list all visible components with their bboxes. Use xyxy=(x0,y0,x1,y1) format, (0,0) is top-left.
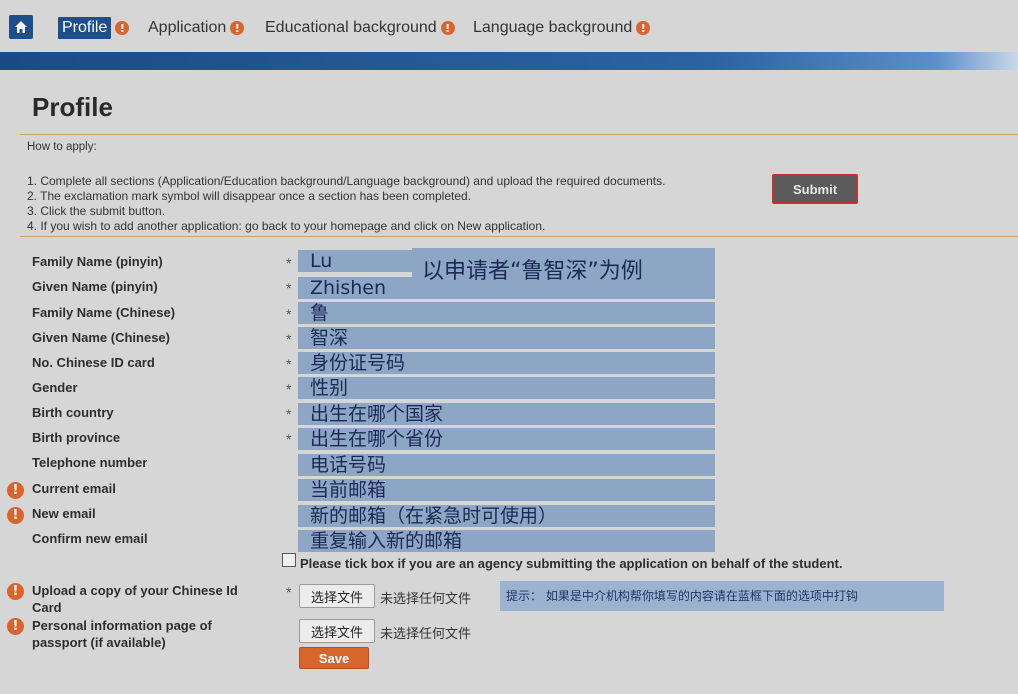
instructions-list: 1. Complete all sections (Application/Ed… xyxy=(27,174,665,234)
label-given-name-chinese: Given Name (Chinese) xyxy=(32,330,170,345)
nav-tab-application[interactable]: Application ! xyxy=(148,17,245,39)
divider xyxy=(20,134,1018,135)
nav-tab-language-background[interactable]: Language background ! xyxy=(473,17,651,39)
nav-tab-educational-background[interactable]: Educational background ! xyxy=(265,17,455,39)
instruction-step: 1. Complete all sections (Application/Ed… xyxy=(27,174,666,188)
gender-select[interactable]: 性别 xyxy=(298,377,715,399)
label-upload-passport: Personal information page of passport (i… xyxy=(32,617,212,651)
new-email-input[interactable]: 新的邮箱（在紧急时可使用） xyxy=(298,505,715,527)
profile-section: Profile How to apply: 1. Complete all se… xyxy=(7,70,1018,694)
birth-province-input[interactable]: 出生在哪个省份 xyxy=(298,428,715,450)
exclamation-icon: ! xyxy=(7,482,24,499)
label-confirm-new-email: Confirm new email xyxy=(32,531,148,546)
exclamation-icon: ! xyxy=(230,21,245,35)
given-name-chinese-input[interactable]: 智深 xyxy=(298,327,715,349)
required-mark: * xyxy=(286,280,292,296)
label-birth-province: Birth province xyxy=(32,430,121,445)
exclamation-icon: ! xyxy=(440,21,455,35)
page-title: Profile xyxy=(32,92,113,122)
save-button[interactable]: Save xyxy=(299,647,369,669)
exclamation-icon: ! xyxy=(7,583,24,600)
file-status: 未选择任何文件 xyxy=(380,627,472,642)
label-line: Personal information page of xyxy=(32,618,212,633)
nav-tab-label: Educational background xyxy=(265,19,437,36)
label-gender: Gender xyxy=(32,380,78,395)
home-button[interactable] xyxy=(9,15,33,39)
label-telephone-number: Telephone number xyxy=(32,455,148,470)
required-mark: * xyxy=(286,406,292,422)
label-birth-country: Birth country xyxy=(32,405,114,420)
required-mark: * xyxy=(286,584,292,600)
file-status: 未选择任何文件 xyxy=(380,592,472,607)
required-mark: * xyxy=(286,356,292,372)
agency-hint: 提示： 如果是中介机构帮你填写的内容请在蓝框下面的选项中打钩 xyxy=(500,581,944,611)
how-to-apply-heading: How to apply: xyxy=(27,141,97,153)
nav-tab-label: Language background xyxy=(473,19,633,36)
label-chinese-id-card: No. Chinese ID card xyxy=(32,355,155,370)
exclamation-icon: ! xyxy=(7,618,24,635)
exclamation-icon: ! xyxy=(636,21,651,35)
agency-checkbox-row: Please tick box if you are an agency sub… xyxy=(282,552,843,571)
label-current-email: Current email xyxy=(32,481,116,496)
birth-country-select[interactable]: 出生在哪个国家 xyxy=(298,403,715,425)
divider xyxy=(20,236,1018,237)
required-mark: * xyxy=(286,255,292,271)
label-line: passport (if available) xyxy=(32,635,166,650)
instruction-step: 4. If you wish to add another applicatio… xyxy=(27,219,546,233)
required-mark: * xyxy=(286,431,292,447)
nav-tab-label: Profile xyxy=(58,17,112,39)
example-note: 以申请者“鲁智深”为例 xyxy=(412,248,715,296)
top-nav: Profile ! Application ! Educational back… xyxy=(0,0,1018,52)
home-icon xyxy=(15,21,27,33)
exclamation-icon: ! xyxy=(115,21,130,35)
label-new-email: New email xyxy=(32,506,96,521)
label-line: Upload a copy of your Chinese Id xyxy=(32,583,238,598)
nav-tab-label: Application xyxy=(148,19,227,36)
choose-file-passport-button[interactable]: 选择文件 xyxy=(299,619,375,643)
agency-checkbox-label: Please tick box if you are an agency sub… xyxy=(300,556,843,571)
choose-file-id-card-button[interactable]: 选择文件 xyxy=(299,584,375,608)
required-mark: * xyxy=(286,306,292,322)
required-mark: * xyxy=(286,331,292,347)
confirm-new-email-input[interactable]: 重复输入新的邮箱 xyxy=(298,530,715,552)
telephone-number-input[interactable]: 电话号码 xyxy=(298,454,715,476)
exclamation-icon: ! xyxy=(7,507,24,524)
nav-tab-profile[interactable]: Profile ! xyxy=(58,17,130,39)
label-given-name-pinyin: Given Name (pinyin) xyxy=(32,279,158,294)
family-name-chinese-input[interactable]: 鲁 xyxy=(298,302,715,324)
current-email-input[interactable]: 当前邮箱 xyxy=(298,479,715,501)
instruction-step: 2. The exclamation mark symbol will disa… xyxy=(27,189,472,203)
label-line: Card xyxy=(32,600,62,615)
label-family-name-pinyin: Family Name (pinyin) xyxy=(32,254,163,269)
label-family-name-chinese: Family Name (Chinese) xyxy=(32,305,176,320)
submit-button[interactable]: Submit xyxy=(772,174,858,204)
header-banner xyxy=(0,52,1018,70)
agency-checkbox[interactable] xyxy=(282,552,296,567)
chinese-id-card-input[interactable]: 身份证号码 xyxy=(298,352,715,374)
required-mark: * xyxy=(286,381,292,397)
instruction-step: 3. Click the submit button. xyxy=(27,204,166,218)
label-upload-id-card: Upload a copy of your Chinese Id Card xyxy=(32,582,238,616)
